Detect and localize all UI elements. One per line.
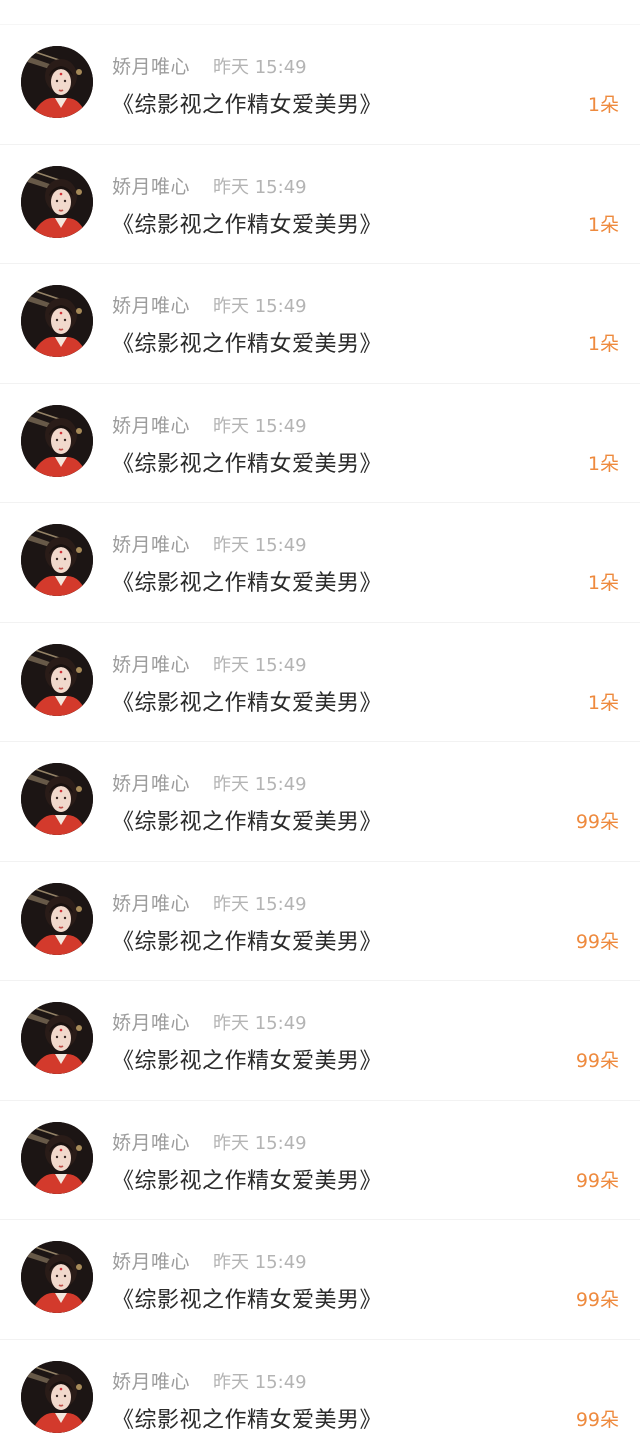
- user-avatar[interactable]: [21, 524, 93, 596]
- list-item[interactable]: 娇月唯心 昨天 15:49 《综影视之作精女爱美男》 1朵: [0, 382, 640, 503]
- book-title[interactable]: 《综影视之作精女爱美男》: [112, 87, 382, 119]
- timestamp: 昨天 15:49: [213, 415, 307, 437]
- user-avatar[interactable]: [21, 285, 93, 357]
- flower-count: 99朵: [575, 1169, 619, 1192]
- user-avatar[interactable]: [21, 643, 93, 716]
- list-item[interactable]: 娇月唯心 昨天 15:49 《综影视之作精女爱美男》 99朵: [0, 1338, 640, 1455]
- list-item[interactable]: 娇月唯心 昨天 15:49 《综影视之作精女爱美男》 99朵: [0, 860, 640, 981]
- user-avatar[interactable]: [21, 1360, 93, 1433]
- flower-count: 99朵: [575, 811, 619, 833]
- user-name[interactable]: 娇月唯心: [112, 1128, 190, 1155]
- book-title[interactable]: 《综影视之作精女爱美男》: [112, 565, 382, 597]
- timestamp: 昨天 15:49: [213, 893, 307, 915]
- user-name[interactable]: 娇月唯心: [112, 530, 190, 557]
- user-name[interactable]: 娇月唯心: [112, 1367, 190, 1394]
- user-avatar[interactable]: [21, 46, 93, 118]
- book-title[interactable]: 《综影视之作精女爱美男》: [112, 1402, 382, 1434]
- user-name[interactable]: 娇月唯心: [112, 1008, 190, 1035]
- list-item[interactable]: 娇月唯心 昨天 15:49 《综影视之作精女爱美男》 99朵: [0, 1219, 640, 1339]
- list-item[interactable]: 娇月唯心 昨天 15:49 《综影视之作精女爱美男》 1朵: [0, 621, 640, 742]
- timestamp: 昨天 15:49: [213, 1252, 307, 1273]
- user-avatar[interactable]: [21, 1241, 93, 1313]
- timestamp: 昨天 15:49: [213, 774, 307, 795]
- timestamp: 昨天 15:49: [213, 176, 307, 198]
- timestamp: 昨天 15:49: [213, 57, 307, 78]
- user-avatar[interactable]: [21, 1002, 93, 1074]
- timestamp: 昨天 15:49: [213, 1013, 307, 1034]
- user-name[interactable]: 娇月唯心: [112, 52, 190, 79]
- user-avatar[interactable]: [21, 763, 93, 835]
- timestamp: 昨天 15:49: [213, 1371, 307, 1393]
- user-name[interactable]: 娇月唯心: [112, 769, 190, 796]
- user-name[interactable]: 娇月唯心: [112, 291, 190, 318]
- book-title[interactable]: 《综影视之作精女爱美男》: [112, 1282, 382, 1314]
- user-name[interactable]: 娇月唯心: [112, 650, 190, 677]
- flower-count: 1朵: [587, 333, 619, 355]
- list-item[interactable]: 娇月唯心 昨天 15:49 《综影视之作精女爱美男》 99朵: [0, 1099, 640, 1220]
- flower-count: 99朵: [575, 1050, 619, 1072]
- timestamp: 昨天 15:49: [213, 535, 307, 556]
- list-item[interactable]: 娇月唯心 昨天 15:49 《综影视之作精女爱美男》 1朵: [0, 263, 640, 383]
- book-title[interactable]: 《综影视之作精女爱美男》: [112, 1043, 382, 1075]
- user-name[interactable]: 娇月唯心: [112, 889, 190, 916]
- flower-count: 1朵: [587, 213, 619, 236]
- list-item[interactable]: 娇月唯心 昨天 15:49 《综影视之作精女爱美男》 99朵: [0, 980, 640, 1100]
- timestamp: 昨天 15:49: [213, 296, 307, 317]
- user-name[interactable]: 娇月唯心: [112, 172, 190, 199]
- list-item[interactable]: 娇月唯心 昨天 15:49 《综影视之作精女爱美男》 1朵: [0, 143, 640, 264]
- timestamp: 昨天 15:49: [213, 1132, 307, 1154]
- user-avatar[interactable]: [21, 1121, 93, 1194]
- flower-count: 99朵: [575, 1289, 619, 1311]
- book-title[interactable]: 《综影视之作精女爱美男》: [112, 804, 382, 836]
- book-title[interactable]: 《综影视之作精女爱美男》: [112, 685, 382, 717]
- timestamp: 昨天 15:49: [213, 654, 307, 676]
- user-avatar[interactable]: [21, 882, 93, 955]
- list-item[interactable]: 娇月唯心 昨天 15:49 《综影视之作精女爱美男》 1朵: [0, 24, 640, 144]
- flower-count: 1朵: [587, 572, 619, 594]
- book-title[interactable]: 《综影视之作精女爱美男》: [112, 1163, 382, 1195]
- flower-count: 1朵: [587, 94, 619, 116]
- flower-count: 99朵: [575, 1408, 619, 1431]
- book-title[interactable]: 《综影视之作精女爱美男》: [112, 446, 382, 478]
- flower-count: 1朵: [587, 691, 619, 714]
- user-avatar[interactable]: [21, 165, 93, 238]
- flower-count: 1朵: [587, 452, 619, 475]
- gift-record-list: 娇月唯心 昨天 15:49 《综影视之作精女爱美男》 1朵 娇月唯心 昨天 15…: [0, 0, 640, 1455]
- list-item[interactable]: 娇月唯心 昨天 15:49 《综影视之作精女爱美男》 1朵: [0, 502, 640, 622]
- book-title[interactable]: 《综影视之作精女爱美男》: [112, 207, 382, 239]
- book-title[interactable]: 《综影视之作精女爱美男》: [112, 326, 382, 358]
- user-name[interactable]: 娇月唯心: [112, 1247, 190, 1274]
- book-title[interactable]: 《综影视之作精女爱美男》: [112, 924, 382, 956]
- user-name[interactable]: 娇月唯心: [112, 411, 190, 438]
- list-item[interactable]: 娇月唯心 昨天 15:49 《综影视之作精女爱美男》 99朵: [0, 741, 640, 861]
- flower-count: 99朵: [575, 930, 619, 953]
- user-avatar[interactable]: [21, 404, 93, 477]
